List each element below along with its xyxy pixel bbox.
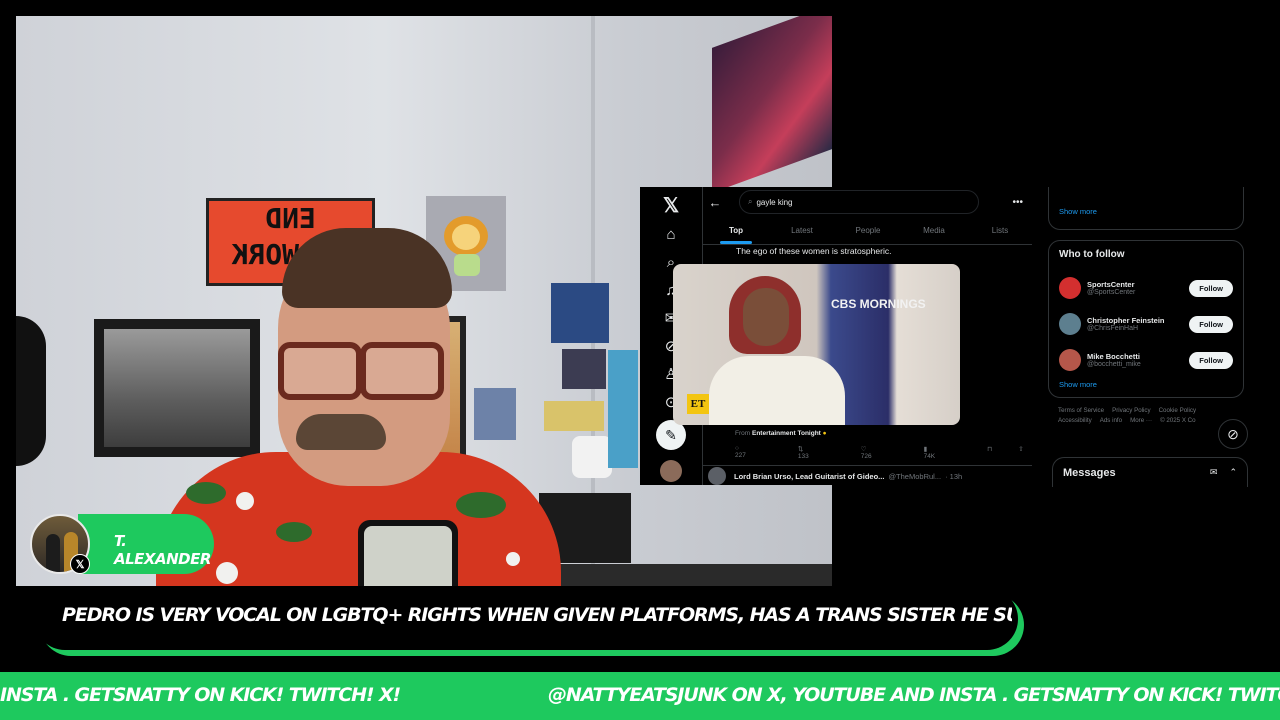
et-logo: ET: [687, 394, 709, 414]
avatar[interactable]: [660, 460, 682, 482]
footer-link[interactable]: Ads info: [1100, 417, 1122, 424]
home-icon[interactable]: ⌂: [659, 222, 683, 246]
tab-media[interactable]: Media: [901, 217, 967, 244]
follow-button[interactable]: Follow: [1189, 315, 1233, 333]
footer-link[interactable]: Cookie Policy: [1159, 407, 1197, 414]
person-hair: [282, 228, 452, 308]
repost-button[interactable]: ⇅ 133: [798, 445, 835, 460]
show-more-follow-link[interactable]: Show more: [1059, 380, 1233, 389]
trends-panel: Show more: [1048, 187, 1244, 230]
avatar[interactable]: [708, 467, 726, 485]
like-button[interactable]: ♡ 726: [861, 445, 898, 460]
framed-photo: [94, 319, 260, 457]
follow-suggestion[interactable]: SportsCenter @SportsCenter Follow: [1059, 270, 1233, 306]
streamer-name-tag: T. ALEXANDER 𝕏: [30, 514, 214, 574]
glasses: [278, 342, 362, 400]
desk: [516, 564, 832, 586]
name-tag-label: T. ALEXANDER: [114, 532, 211, 568]
follow-button[interactable]: Follow: [1189, 351, 1233, 369]
license-plate: [544, 401, 604, 431]
footer-link[interactable]: Terms of Service: [1058, 407, 1104, 414]
crawl-segment: INSTA . GETSNATTY ON KICK! TWITCH! X!: [0, 684, 401, 706]
next-tweet-time: · 13h: [945, 471, 963, 481]
message-banner: PEDRO IS VERY VOCAL ON LGBTQ+ RIGHTS WHE…: [34, 588, 1024, 658]
footer-link[interactable]: More ···: [1130, 417, 1152, 424]
toy-box: [551, 283, 609, 343]
phone: [358, 520, 458, 586]
x-app-window: 𝕏 ⌂ ⌕ ♫ ✉ ⊘ ♙ ⊙ ✎ ← ⌕ gayle king ••• Top…: [640, 187, 1032, 485]
messages-title: Messages: [1063, 466, 1116, 479]
tab-people[interactable]: People: [835, 217, 901, 244]
search-input-value: gayle king: [756, 197, 793, 207]
messages-drawer[interactable]: Messages ✉ ⌃: [1052, 457, 1248, 487]
views-button[interactable]: ▮ 74K: [924, 445, 962, 460]
show-more-trends-link[interactable]: Show more: [1049, 187, 1243, 216]
crawl-segment: @NATTYEATSJUNK ON X, YOUTUBE AND INSTA .…: [548, 684, 1280, 706]
search-header: ← ⌕ gayle king •••: [703, 187, 1032, 217]
x-logo-icon: 𝕏: [70, 554, 90, 574]
follow-button[interactable]: Follow: [1189, 279, 1233, 297]
expand-icon[interactable]: ⌃: [1229, 467, 1237, 478]
more-options-icon[interactable]: •••: [1012, 197, 1023, 208]
tweet-source: From Entertainment Tonight ●: [735, 430, 827, 437]
tweet-text: The ego of these women is stratospheric.: [736, 246, 892, 256]
follow-suggestion[interactable]: Mike Bocchetti @bocchetti_mike Follow: [1059, 342, 1233, 378]
footer-link[interactable]: Accessibility: [1058, 417, 1092, 424]
sidebar-footer: Terms of Service Privacy Policy Cookie Pol…: [1058, 406, 1244, 426]
hello-kitty-toy: [572, 436, 612, 478]
avatar[interactable]: [1059, 313, 1081, 335]
tab-latest[interactable]: Latest: [769, 217, 835, 244]
avatar[interactable]: [1059, 349, 1081, 371]
who-to-follow-title: Who to follow: [1059, 249, 1125, 260]
mustache: [296, 414, 386, 450]
wall-poster: [712, 16, 832, 193]
back-icon[interactable]: ←: [703, 195, 727, 210]
new-message-icon[interactable]: ✉: [1210, 467, 1218, 478]
tab-lists[interactable]: Lists: [967, 217, 1032, 244]
verified-icon: ●: [822, 430, 827, 437]
bottom-crawl: INSTA . GETSNATTY ON KICK! TWITCH! X! @N…: [0, 672, 1280, 720]
foreground-shadow: [16, 316, 46, 466]
toy-figure: [474, 388, 516, 440]
avatar[interactable]: [1059, 277, 1081, 299]
next-tweet[interactable]: Lord Brian Urso, Lead Guitarist of Gideo…: [702, 465, 1032, 485]
copyright: © 2025 X Co: [1160, 417, 1196, 424]
x-right-sidebar: Show more Who to follow SportsCenter @Sp…: [1048, 187, 1244, 485]
tweet-actions: ○ 227 ⇅ 133 ♡ 726 ▮ 74K ⊓ ⇧: [735, 445, 1024, 460]
blue-poster: [608, 350, 638, 468]
cbs-mornings-logo: CBS MORNINGS: [831, 297, 926, 311]
search-tabs: Top Latest People Media Lists: [703, 217, 1032, 245]
grok-icon[interactable]: ⊘: [1218, 419, 1248, 449]
tab-top[interactable]: Top: [703, 217, 769, 244]
follow-suggestion[interactable]: Christopher Feinstein @ChrisFeinHaH Foll…: [1059, 306, 1233, 342]
search-input[interactable]: ⌕ gayle king: [739, 190, 979, 214]
banner-text: PEDRO IS VERY VOCAL ON LGBTQ+ RIGHTS WHE…: [62, 604, 1012, 626]
x-logo-icon[interactable]: 𝕏: [663, 193, 679, 218]
toy-box: [562, 349, 606, 389]
source-link[interactable]: Entertainment Tonight: [752, 430, 821, 437]
who-to-follow-panel: Who to follow SportsCenter @SportsCenter…: [1048, 240, 1244, 398]
next-tweet-handle: @TheMobRul...: [888, 471, 942, 481]
share-icon[interactable]: ⇧: [1018, 445, 1023, 460]
tweet-video[interactable]: ET CBS MORNINGS: [673, 264, 960, 425]
glasses: [360, 342, 444, 400]
footer-link[interactable]: Privacy Policy: [1112, 407, 1151, 414]
next-tweet-author[interactable]: Lord Brian Urso, Lead Guitarist of Gideo…: [734, 472, 884, 481]
search-icon: ⌕: [748, 197, 753, 206]
reply-button[interactable]: ○ 227: [735, 445, 772, 460]
bookmark-icon[interactable]: ⊓: [987, 445, 992, 460]
